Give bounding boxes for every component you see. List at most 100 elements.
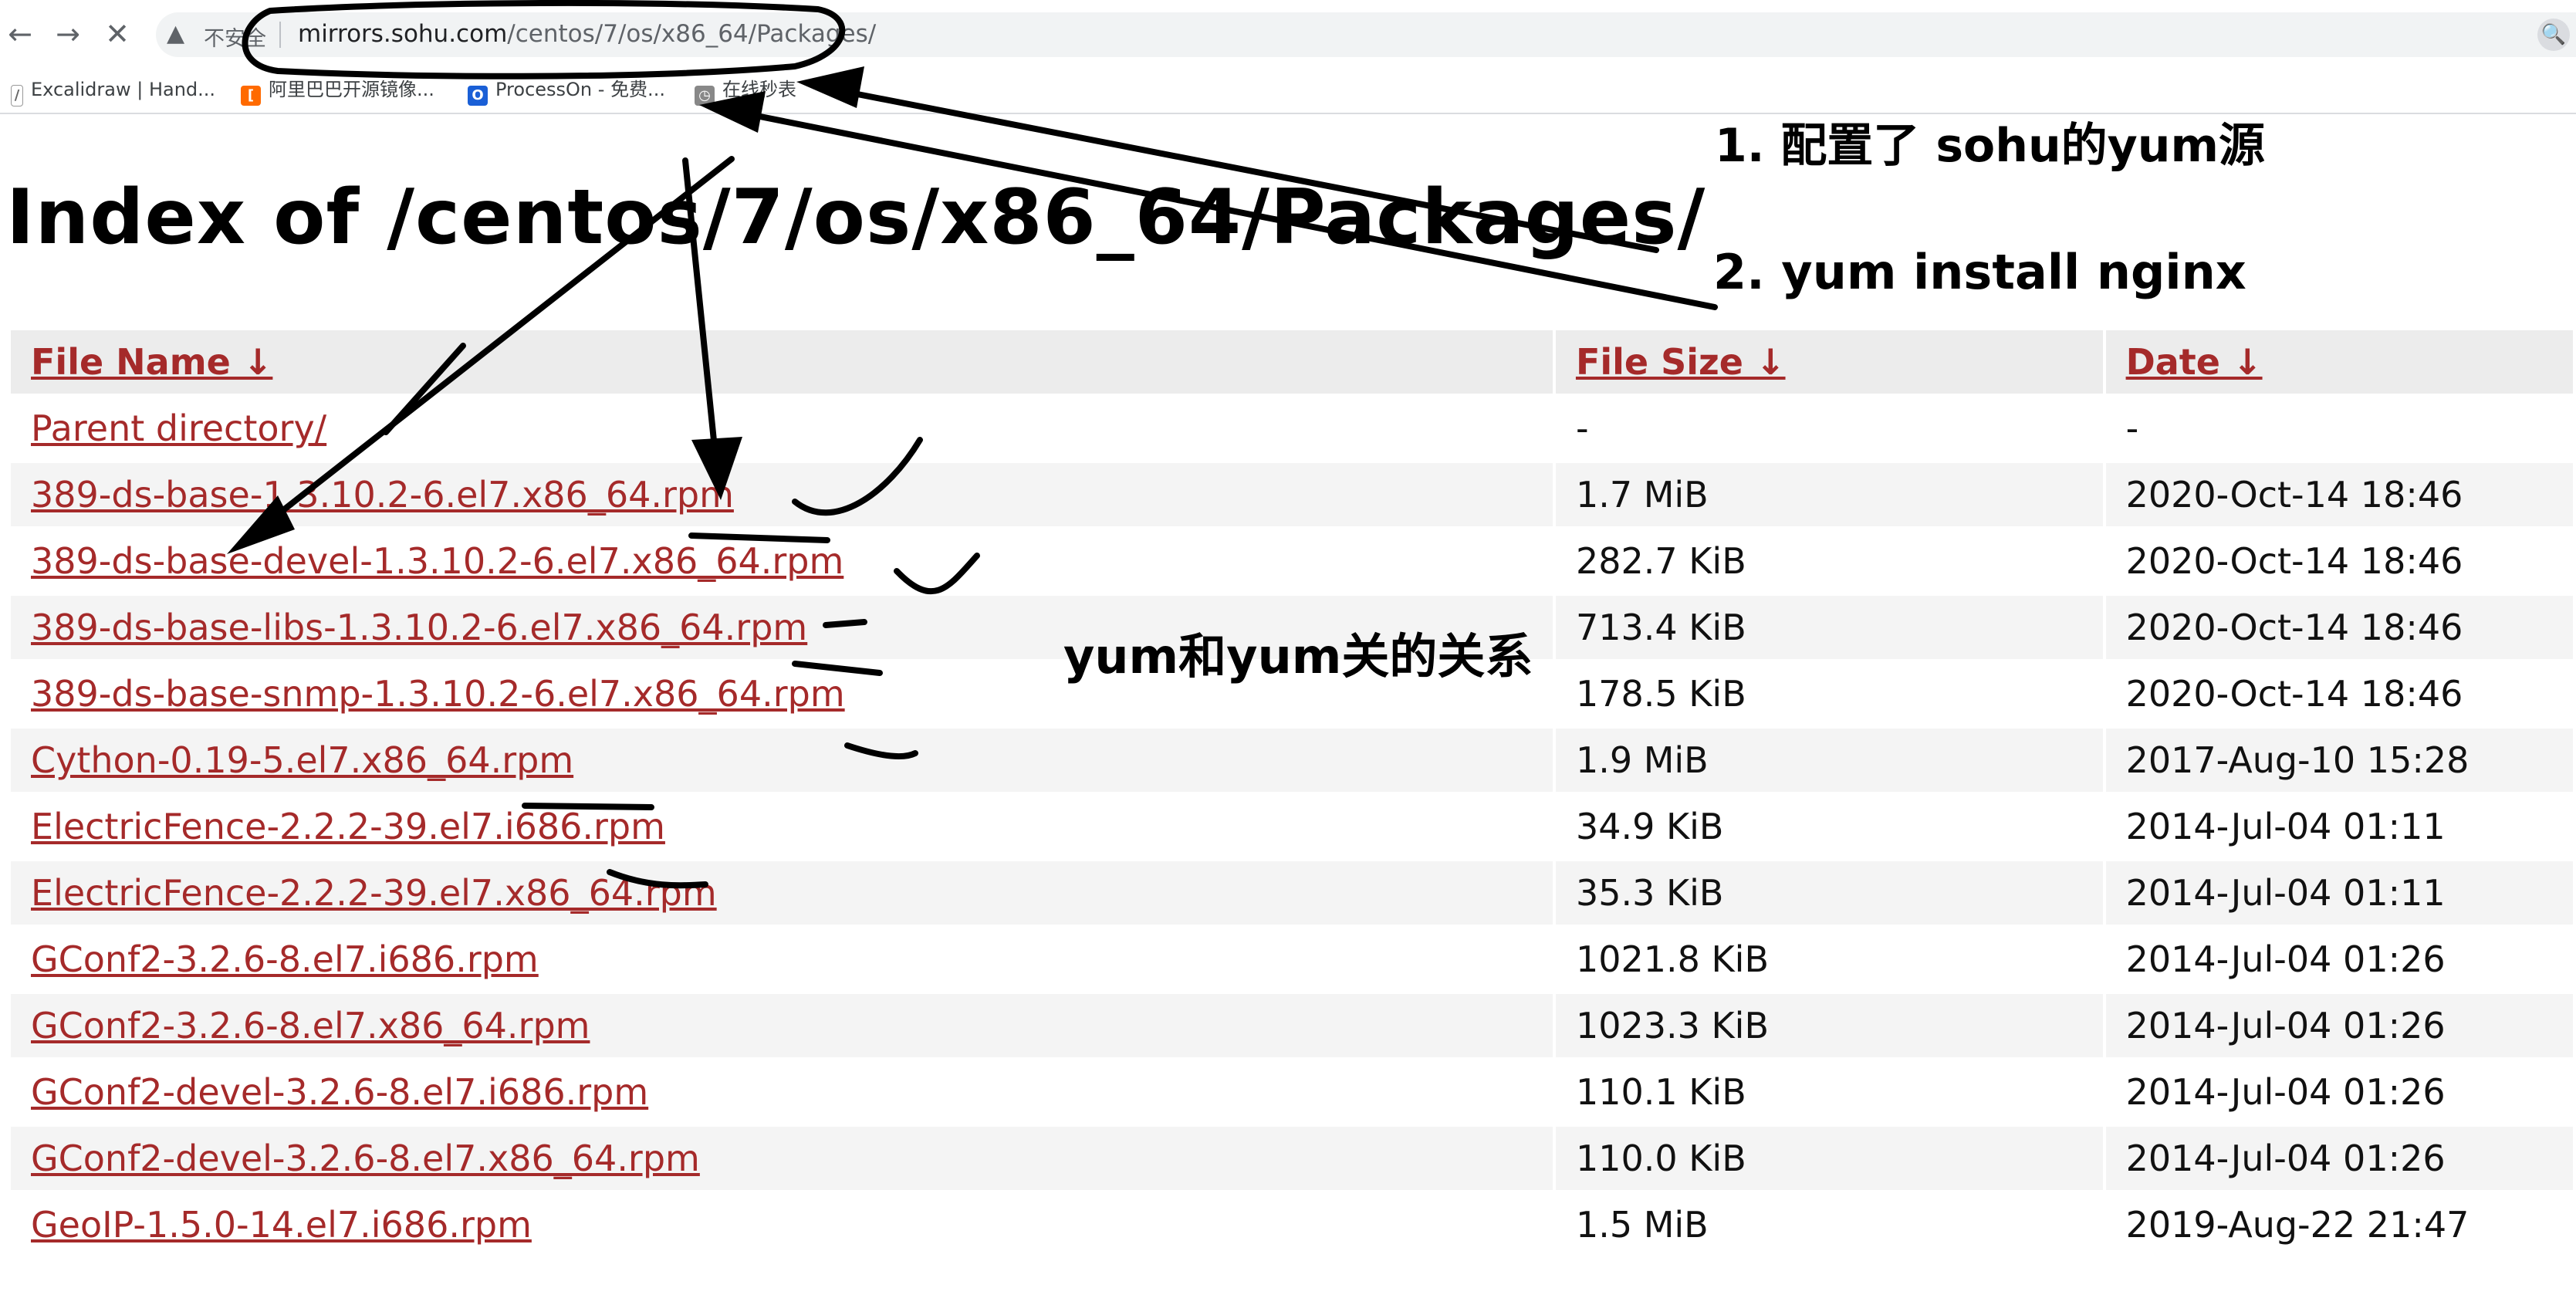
- bookmark-label: 在线秒表: [722, 79, 796, 100]
- column-header-file-name[interactable]: File Name ↓: [11, 330, 1553, 394]
- processon-icon: O: [468, 86, 488, 106]
- file-link[interactable]: GConf2-devel-3.2.6-8.el7.i686.rpm: [31, 1071, 648, 1113]
- file-size-cell: 110.1 KiB: [1575, 1071, 1746, 1113]
- bookmark-excalidraw[interactable]: / Excalidraw | Hand...: [11, 74, 216, 106]
- file-name-cell: 389-ds-base-devel-1.3.10.2-6.el7.x86_64.…: [11, 529, 1553, 593]
- divider: [279, 22, 281, 48]
- file-size-cell: -: [1575, 407, 1589, 449]
- table-row: GConf2-devel-3.2.6-8.el7.i686.rpm 110.1 K…: [11, 1060, 2573, 1124]
- bookmark-processon[interactable]: O ProcessOn - 免费...: [468, 74, 665, 106]
- file-date-cell: 2014-Jul-04 01:26: [2125, 1071, 2446, 1113]
- bookmark-aliyun[interactable]: [ 阿里巴巴开源镜像...: [241, 74, 434, 106]
- table-row: 389-ds-base-devel-1.3.10.2-6.el7.x86_64.…: [11, 529, 2573, 593]
- file-date-cell: -: [2125, 407, 2139, 449]
- file-listing: File Name ↓ File Size ↓ Date ↓ Parent di…: [8, 327, 2576, 1259]
- bookmark-label: 阿里巴巴开源镜像...: [269, 79, 434, 100]
- sort-by-name-link[interactable]: File Name ↓: [31, 341, 272, 383]
- file-size-cell: 1.7 MiB: [1555, 463, 2103, 526]
- file-date-cell: 2020-Oct-14 18:46: [2105, 596, 2573, 659]
- back-icon[interactable]: ←: [0, 12, 40, 56]
- file-date-cell: 2020-Oct-14 18:46: [2125, 673, 2463, 715]
- column-header-file-size[interactable]: File Size ↓: [1555, 330, 2103, 394]
- file-name-cell: Cython-0.19-5.el7.x86_64.rpm: [11, 729, 1553, 792]
- file-link[interactable]: ElectricFence-2.2.2-39.el7.i686.rpm: [31, 806, 665, 847]
- stop-icon[interactable]: ✕: [97, 12, 137, 56]
- url-path: /centos/7/os/x86_64/Packages/: [507, 20, 877, 48]
- security-status[interactable]: 不安全: [204, 22, 266, 52]
- column-header-date[interactable]: Date ↓: [2105, 330, 2573, 394]
- annotation-relation: yum和yum关的关系: [1063, 628, 1533, 685]
- table-row: GConf2-3.2.6-8.el7.i686.rpm 1021.8 KiB 201…: [11, 928, 2573, 991]
- file-name-cell: GConf2-3.2.6-8.el7.x86_64.rpm: [11, 994, 1553, 1057]
- bookmark-stopwatch[interactable]: ◷ 在线秒表: [695, 74, 796, 106]
- file-size-cell: 1.5 MiB: [1575, 1204, 1709, 1246]
- bookmarks-bar: / Excalidraw | Hand... [ 阿里巴巴开源镜像... O Proc…: [0, 68, 2576, 114]
- file-name-cell: 389-ds-base-1.3.10.2-6.el7.x86_64.rpm: [11, 463, 1553, 526]
- file-link[interactable]: GConf2-3.2.6-8.el7.i686.rpm: [31, 938, 539, 980]
- file-date-cell: 2017-Aug-10 15:28: [2105, 729, 2573, 792]
- file-date-cell: 2020-Oct-14 18:46: [2125, 540, 2463, 582]
- file-date-cell: 2014-Jul-04 01:26: [2105, 1127, 2573, 1190]
- stopwatch-icon: ◷: [695, 86, 715, 106]
- url-host: mirrors.sohu.com: [298, 20, 508, 48]
- file-name-cell: GeoIP-1.5.0-14.el7.i686.rpm: [11, 1193, 1553, 1256]
- file-link[interactable]: GConf2-devel-3.2.6-8.el7.x86_64.rpm: [31, 1138, 700, 1179]
- table-header-row: File Name ↓ File Size ↓ Date ↓: [11, 330, 2573, 394]
- file-link[interactable]: 389-ds-base-devel-1.3.10.2-6.el7.x86_64.…: [31, 540, 843, 582]
- file-size-cell: 282.7 KiB: [1575, 540, 1746, 582]
- aliyun-icon: [: [241, 86, 261, 106]
- annotation-step-1: 1. 配置了 sohu的yum源: [1715, 119, 2266, 173]
- table-row: GConf2-devel-3.2.6-8.el7.x86_64.rpm 110.0…: [11, 1127, 2573, 1190]
- file-link[interactable]: GConf2-3.2.6-8.el7.x86_64.rpm: [31, 1005, 590, 1046]
- file-size-cell: 178.5 KiB: [1575, 673, 1746, 715]
- bookmark-label: ProcessOn - 免费...: [495, 79, 665, 100]
- annotation-step-2: 2. yum install nginx: [1713, 244, 2246, 300]
- forward-icon[interactable]: →: [48, 12, 88, 56]
- page-title: Index of /centos/7/os/x86_64/Packages/: [6, 174, 1706, 262]
- file-name-cell: GConf2-devel-3.2.6-8.el7.x86_64.rpm: [11, 1127, 1553, 1190]
- file-date-cell: 2019-Aug-22 21:47: [2125, 1204, 2470, 1246]
- file-size-cell: 1023.3 KiB: [1555, 994, 2103, 1057]
- table-row: GeoIP-1.5.0-14.el7.i686.rpm 1.5 MiB 2019-A…: [11, 1193, 2573, 1256]
- file-name-cell: GConf2-devel-3.2.6-8.el7.i686.rpm: [11, 1060, 1553, 1124]
- file-size-cell: 34.9 KiB: [1575, 806, 1724, 847]
- file-name-cell: GConf2-3.2.6-8.el7.i686.rpm: [11, 928, 1553, 991]
- browser-toolbar: ← → ✕ ▲ 不安全 mirrors.sohu.com/centos/7/os…: [0, 0, 2576, 68]
- file-link[interactable]: 389-ds-base-libs-1.3.10.2-6.el7.x86_64.r…: [31, 607, 807, 648]
- warning-icon[interactable]: ▲: [167, 20, 184, 47]
- address-bar[interactable]: ▲ 不安全 mirrors.sohu.com/centos/7/os/x86_6…: [156, 12, 2576, 57]
- table-row: Cython-0.19-5.el7.x86_64.rpm 1.9 MiB 2017-…: [11, 729, 2573, 792]
- url-text[interactable]: mirrors.sohu.com/centos/7/os/x86_64/Pack…: [298, 20, 876, 48]
- file-date-cell: 2014-Jul-04 01:11: [2125, 806, 2446, 847]
- file-name-cell: ElectricFence-2.2.2-39.el7.x86_64.rpm: [11, 861, 1553, 925]
- pen-icon: /: [11, 85, 23, 106]
- file-link[interactable]: ElectricFence-2.2.2-39.el7.x86_64.rpm: [31, 872, 717, 914]
- table-row: GConf2-3.2.6-8.el7.x86_64.rpm 1023.3 KiB 2…: [11, 994, 2573, 1057]
- table-row: ElectricFence-2.2.2-39.el7.x86_64.rpm 35.…: [11, 861, 2573, 925]
- file-size-cell: 110.0 KiB: [1555, 1127, 2103, 1190]
- parent-directory-row: Parent directory/ - -: [11, 397, 2573, 460]
- file-link[interactable]: GeoIP-1.5.0-14.el7.i686.rpm: [31, 1204, 532, 1246]
- file-size-cell: 1.9 MiB: [1555, 729, 2103, 792]
- file-link[interactable]: 389-ds-base-snmp-1.3.10.2-6.el7.x86_64.r…: [31, 673, 845, 715]
- table-row: 389-ds-base-1.3.10.2-6.el7.x86_64.rpm 1.7…: [11, 463, 2573, 526]
- file-date-cell: 2020-Oct-14 18:46: [2105, 463, 2573, 526]
- bookmark-label: Excalidraw | Hand...: [31, 79, 216, 100]
- search-icon[interactable]: 🔍: [2537, 19, 2570, 51]
- parent-directory-link[interactable]: Parent directory/: [31, 407, 326, 449]
- file-date-cell: 2014-Jul-04 01:11: [2105, 861, 2573, 925]
- file-link[interactable]: Cython-0.19-5.el7.x86_64.rpm: [31, 739, 573, 781]
- file-date-cell: 2014-Jul-04 01:26: [2105, 994, 2573, 1057]
- file-name-cell: ElectricFence-2.2.2-39.el7.i686.rpm: [11, 795, 1553, 858]
- file-rows: Parent directory/ - - 389-ds-base-1.3.10.2-…: [11, 397, 2573, 1256]
- file-size-cell: 713.4 KiB: [1555, 596, 2103, 659]
- file-link[interactable]: 389-ds-base-1.3.10.2-6.el7.x86_64.rpm: [31, 474, 734, 516]
- file-table: File Name ↓ File Size ↓ Date ↓ Parent di…: [8, 327, 2576, 1259]
- sort-by-date-link[interactable]: Date ↓: [2126, 341, 2263, 383]
- sort-by-size-link[interactable]: File Size ↓: [1576, 341, 1786, 383]
- table-row: ElectricFence-2.2.2-39.el7.i686.rpm 34.9 …: [11, 795, 2573, 858]
- file-size-cell: 35.3 KiB: [1555, 861, 2103, 925]
- file-name-cell: Parent directory/: [11, 397, 1553, 460]
- file-date-cell: 2014-Jul-04 01:26: [2125, 938, 2446, 980]
- file-size-cell: 1021.8 KiB: [1575, 938, 1770, 980]
